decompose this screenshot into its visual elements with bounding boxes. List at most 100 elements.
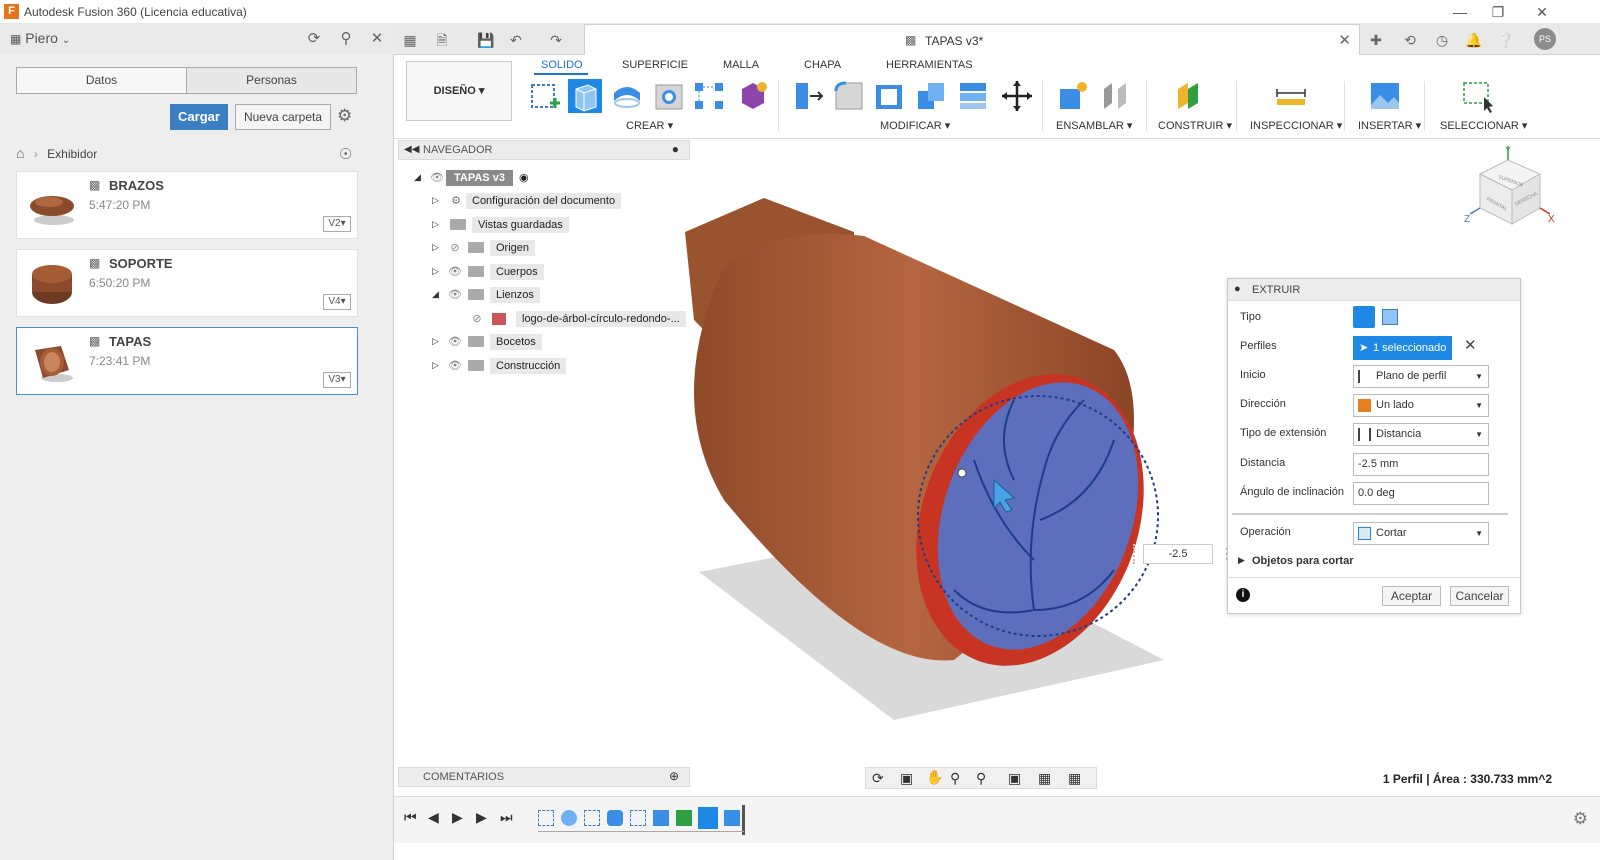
- operation-select[interactable]: Cortar ▼: [1353, 522, 1489, 545]
- press-pull-icon[interactable]: [790, 79, 824, 113]
- tree-item-sketches[interactable]: ▷ 👁 Bocetos: [432, 332, 542, 351]
- display-settings-icon[interactable]: ▣: [1008, 770, 1021, 787]
- info-icon[interactable]: i: [1236, 588, 1250, 602]
- type-solid-button[interactable]: [1353, 306, 1375, 328]
- timeline-feature-revolve[interactable]: [561, 810, 577, 826]
- shell-icon[interactable]: [872, 79, 906, 113]
- tab-herramientas[interactable]: HERRAMIENTAS: [886, 59, 973, 71]
- eye-hidden-icon[interactable]: ⊘: [468, 312, 486, 325]
- combine-icon[interactable]: [914, 79, 948, 113]
- group-crear[interactable]: CREAR ▾: [626, 119, 673, 132]
- apps-grid-icon[interactable]: ▦: [400, 30, 420, 50]
- select-window-icon[interactable]: [1460, 79, 1494, 113]
- timeline-feature-sketch[interactable]: [630, 810, 646, 826]
- search-icon[interactable]: ⚲: [336, 29, 356, 49]
- file-version[interactable]: V3▾: [323, 372, 351, 388]
- timeline-feature-extrude[interactable]: [607, 810, 623, 826]
- tree-item-origin[interactable]: ▷ ⊘ Origen: [432, 238, 536, 257]
- tree-item-construction[interactable]: ▷ 👁 Construcción: [432, 356, 567, 375]
- eye-icon[interactable]: 👁: [446, 335, 464, 348]
- file-version[interactable]: V2▾: [323, 216, 351, 232]
- file-card-brazos[interactable]: ▩ BRAZOS 5:47:20 PM V2▾: [16, 171, 358, 239]
- viewcube[interactable]: SUPERIOR FRONTAL DERECHA Y X Z: [1460, 144, 1560, 234]
- tree-root[interactable]: ◢ 👁 TAPAS v3 ◉: [414, 168, 529, 187]
- look-at-icon[interactable]: ▣: [900, 770, 913, 787]
- manipulator-handle[interactable]: [957, 468, 967, 478]
- restore-button[interactable]: ❐: [1484, 2, 1512, 22]
- user-avatar[interactable]: PS: [1534, 28, 1556, 50]
- breadcrumb-folder[interactable]: Exhibidor: [47, 147, 97, 161]
- timeline-feature-active[interactable]: [698, 807, 718, 829]
- start-select[interactable]: Plano de perfil ▼: [1353, 365, 1489, 388]
- type-thin-button[interactable]: [1382, 309, 1398, 325]
- timeline-feature-sketch[interactable]: [584, 810, 600, 826]
- direction-select[interactable]: Un lado ▼: [1353, 394, 1489, 417]
- insert-image-icon[interactable]: [1368, 79, 1402, 113]
- taper-angle-input[interactable]: 0.0 deg: [1353, 482, 1489, 505]
- extent-type-select[interactable]: Distancia ▼: [1353, 423, 1489, 446]
- offset-plane-icon[interactable]: [1174, 79, 1208, 113]
- help-icon[interactable]: ❔: [1496, 30, 1516, 50]
- ok-button[interactable]: Aceptar: [1382, 586, 1441, 606]
- file-menu-icon[interactable]: 🗎: [432, 30, 452, 50]
- close-panel-icon[interactable]: ✕: [367, 29, 387, 49]
- tab-personas[interactable]: Personas: [187, 68, 356, 93]
- redo-icon[interactable]: ↷: [546, 30, 566, 50]
- tree-item-config[interactable]: ▷ ⚙ Configuración del documento: [432, 191, 622, 210]
- revolve-icon[interactable]: [610, 79, 644, 113]
- distance-drag-handle[interactable]: [1133, 544, 1141, 564]
- create-form-icon[interactable]: [736, 79, 770, 113]
- timeline-feature-canvas[interactable]: [724, 810, 740, 826]
- clear-selection-icon[interactable]: ✕: [1464, 336, 1477, 354]
- globe-icon[interactable]: ☉: [339, 145, 352, 163]
- refresh-icon[interactable]: ⟳: [304, 29, 324, 49]
- grid-icon[interactable]: ▦: [1038, 770, 1051, 787]
- file-card-soporte[interactable]: ▩ SOPORTE 6:50:20 PM V4▾: [16, 249, 358, 317]
- create-sketch-icon[interactable]: [528, 79, 562, 113]
- minus-icon[interactable]: ●: [672, 142, 679, 156]
- timeline-end-icon[interactable]: ⏭: [500, 809, 513, 826]
- orbit-icon[interactable]: ⟳: [872, 770, 884, 787]
- fit-icon[interactable]: ⚲: [976, 770, 986, 787]
- home-icon[interactable]: ⌂: [16, 145, 24, 161]
- extrude-icon[interactable]: [568, 79, 602, 113]
- eye-icon[interactable]: 👁: [446, 265, 464, 278]
- tab-superficie[interactable]: SUPERFICIE: [622, 59, 688, 71]
- expand-triangle-icon[interactable]: ▶: [1238, 555, 1245, 566]
- timeline-feature-extrude[interactable]: [653, 810, 669, 826]
- document-tab[interactable]: ▩ TAPAS v3* ✕: [584, 24, 1360, 56]
- collapse-panel-icon[interactable]: ◀◀: [404, 144, 419, 155]
- user-menu[interactable]: ▦ Piero ⌄: [10, 30, 70, 46]
- tab-malla[interactable]: MALLA: [723, 59, 759, 71]
- group-modificar[interactable]: MODIFICAR ▾: [880, 119, 950, 132]
- distance-input-tag[interactable]: -2.5: [1143, 544, 1213, 564]
- extensions-icon[interactable]: ⟲: [1400, 30, 1420, 50]
- tree-item-views[interactable]: ▷ Vistas guardadas: [432, 215, 569, 234]
- pattern-icon[interactable]: [692, 79, 726, 113]
- activate-radio-icon[interactable]: ◉: [519, 171, 529, 184]
- add-comment-icon[interactable]: ⊕: [669, 769, 679, 783]
- tab-datos[interactable]: Datos: [17, 68, 187, 93]
- minimize-button[interactable]: —: [1446, 2, 1474, 22]
- new-tab-icon[interactable]: ✚: [1366, 30, 1386, 50]
- measure-icon[interactable]: [1274, 79, 1308, 113]
- tab-chapa[interactable]: CHAPA: [804, 59, 841, 71]
- cancel-button[interactable]: Cancelar: [1450, 586, 1509, 606]
- comments-panel[interactable]: COMENTARIOS ⊕: [398, 767, 690, 787]
- new-folder-button[interactable]: Nueva carpeta: [235, 104, 331, 130]
- eye-icon[interactable]: 👁: [446, 359, 464, 372]
- timeline-next-icon[interactable]: ▶: [476, 809, 487, 826]
- new-component-icon[interactable]: [1056, 79, 1090, 113]
- group-seleccionar[interactable]: SELECCIONAR ▾: [1440, 119, 1527, 132]
- workspace-switcher[interactable]: DISEÑO ▾: [406, 61, 512, 121]
- distance-input[interactable]: -2.5 mm: [1353, 453, 1489, 476]
- pan-icon[interactable]: ✋: [926, 769, 943, 786]
- timeline-start-icon[interactable]: ⏮: [404, 809, 417, 826]
- timeline-play-icon[interactable]: ▶: [452, 809, 463, 826]
- hole-icon[interactable]: [652, 79, 686, 113]
- align-icon[interactable]: [956, 79, 990, 113]
- fillet-icon[interactable]: [832, 79, 866, 113]
- eye-hidden-icon[interactable]: ⊘: [446, 241, 464, 254]
- close-tab-icon[interactable]: ✕: [1338, 31, 1351, 49]
- tree-item-bodies[interactable]: ▷ 👁 Cuerpos: [432, 262, 544, 281]
